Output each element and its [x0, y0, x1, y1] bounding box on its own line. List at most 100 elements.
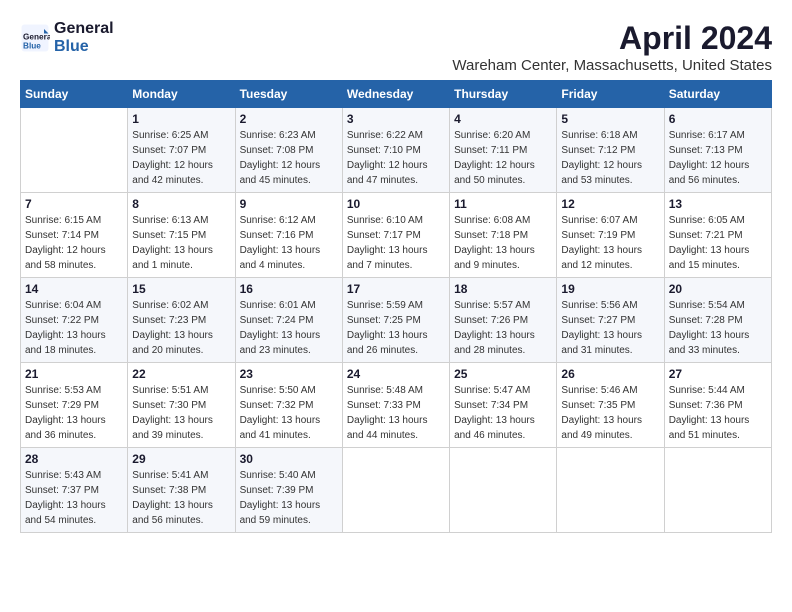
- day-number: 22: [132, 367, 230, 381]
- day-number: 4: [454, 112, 552, 126]
- calendar-cell: 25 Sunrise: 5:47 AM Sunset: 7:34 PM Dayli…: [450, 363, 557, 448]
- day-header-thursday: Thursday: [450, 81, 557, 108]
- calendar-cell: 29 Sunrise: 5:41 AM Sunset: 7:38 PM Dayli…: [128, 448, 235, 533]
- day-header-tuesday: Tuesday: [235, 81, 342, 108]
- calendar-cell: 16Sunrise: 6:01 AM Sunset: 7:24 PM Dayli…: [235, 278, 342, 363]
- day-info: Sunrise: 5:57 AM Sunset: 7:26 PM Dayligh…: [454, 298, 552, 358]
- day-info: Sunrise: 6:22 AM Sunset: 7:10 PM Dayligh…: [347, 128, 445, 188]
- day-number: 21: [25, 367, 123, 381]
- day-header-monday: Monday: [128, 81, 235, 108]
- day-number: 11: [454, 197, 552, 211]
- day-info: Sunrise: 5:51 AM Sunset: 7:30 PM Dayligh…: [132, 383, 230, 443]
- calendar-table: SundayMondayTuesdayWednesdayThursdayFrid…: [20, 80, 772, 533]
- calendar-cell: 4 Sunrise: 6:20 AM Sunset: 7:11 PM Daylig…: [450, 108, 557, 193]
- calendar-cell: [21, 108, 128, 193]
- day-number: 25: [454, 367, 552, 381]
- day-number: 3: [347, 112, 445, 126]
- day-number: 16: [240, 282, 338, 296]
- calendar-cell: 14Sunrise: 6:04 AM Sunset: 7:22 PM Dayli…: [21, 278, 128, 363]
- day-info: Sunrise: 6:02 AM Sunset: 7:23 PM Dayligh…: [132, 298, 230, 358]
- calendar-cell: 23Sunrise: 5:50 AM Sunset: 7:32 PM Dayli…: [235, 363, 342, 448]
- logo: General Blue General Blue: [20, 20, 114, 56]
- day-number: 28: [25, 452, 123, 466]
- day-number: 8: [132, 197, 230, 211]
- day-header-wednesday: Wednesday: [342, 81, 449, 108]
- day-info: Sunrise: 5:50 AM Sunset: 7:32 PM Dayligh…: [240, 383, 338, 443]
- calendar-cell: 12Sunrise: 6:07 AM Sunset: 7:19 PM Dayli…: [557, 193, 664, 278]
- title-block: April 2024 Wareham Center, Massachusetts…: [452, 20, 772, 74]
- week-row-4: 21Sunrise: 5:53 AM Sunset: 7:29 PM Dayli…: [21, 363, 772, 448]
- day-number: 13: [669, 197, 767, 211]
- day-number: 10: [347, 197, 445, 211]
- day-number: 9: [240, 197, 338, 211]
- day-info: Sunrise: 5:40 AM Sunset: 7:39 PM Dayligh…: [240, 468, 338, 528]
- week-row-5: 28 Sunrise: 5:43 AM Sunset: 7:37 PM Dayli…: [21, 448, 772, 533]
- day-number: 15: [132, 282, 230, 296]
- day-number: 7: [25, 197, 123, 211]
- day-info: Sunrise: 5:47 AM Sunset: 7:34 PM Dayligh…: [454, 383, 552, 443]
- day-number: 1: [132, 112, 230, 126]
- day-info: Sunrise: 6:17 AM Sunset: 7:13 PM Dayligh…: [669, 128, 767, 188]
- day-info: Sunrise: 6:12 AM Sunset: 7:16 PM Dayligh…: [240, 213, 338, 273]
- calendar-cell: 28 Sunrise: 5:43 AM Sunset: 7:37 PM Dayli…: [21, 448, 128, 533]
- calendar-cell: 11Sunrise: 6:08 AM Sunset: 7:18 PM Dayli…: [450, 193, 557, 278]
- svg-text:General: General: [23, 33, 50, 42]
- day-number: 17: [347, 282, 445, 296]
- day-number: 24: [347, 367, 445, 381]
- svg-text:Blue: Blue: [23, 42, 41, 51]
- calendar-cell: 21Sunrise: 5:53 AM Sunset: 7:29 PM Dayli…: [21, 363, 128, 448]
- day-info: Sunrise: 5:54 AM Sunset: 7:28 PM Dayligh…: [669, 298, 767, 358]
- calendar-cell: 17 Sunrise: 5:59 AM Sunset: 7:25 PM Dayli…: [342, 278, 449, 363]
- calendar-cell: 20 Sunrise: 5:54 AM Sunset: 7:28 PM Dayli…: [664, 278, 771, 363]
- calendar-cell: 13 Sunrise: 6:05 AM Sunset: 7:21 PM Dayli…: [664, 193, 771, 278]
- day-number: 30: [240, 452, 338, 466]
- day-number: 14: [25, 282, 123, 296]
- calendar-cell: 24 Sunrise: 5:48 AM Sunset: 7:33 PM Dayli…: [342, 363, 449, 448]
- calendar-cell: 15 Sunrise: 6:02 AM Sunset: 7:23 PM Dayli…: [128, 278, 235, 363]
- day-info: Sunrise: 5:44 AM Sunset: 7:36 PM Dayligh…: [669, 383, 767, 443]
- subtitle: Wareham Center, Massachusetts, United St…: [452, 57, 772, 74]
- day-number: 29: [132, 452, 230, 466]
- day-info: Sunrise: 5:46 AM Sunset: 7:35 PM Dayligh…: [561, 383, 659, 443]
- week-row-1: 1 Sunrise: 6:25 AM Sunset: 7:07 PM Daylig…: [21, 108, 772, 193]
- logo-text: General Blue: [54, 20, 114, 56]
- calendar-cell: 8Sunrise: 6:13 AM Sunset: 7:15 PM Daylig…: [128, 193, 235, 278]
- day-number: 2: [240, 112, 338, 126]
- day-info: Sunrise: 5:59 AM Sunset: 7:25 PM Dayligh…: [347, 298, 445, 358]
- calendar-cell: 19 Sunrise: 5:56 AM Sunset: 7:27 PM Dayli…: [557, 278, 664, 363]
- day-info: Sunrise: 5:56 AM Sunset: 7:27 PM Dayligh…: [561, 298, 659, 358]
- calendar-header: SundayMondayTuesdayWednesdayThursdayFrid…: [21, 81, 772, 108]
- logo-icon: General Blue: [20, 23, 50, 53]
- page-header: General Blue General Blue April 2024 War…: [20, 20, 772, 74]
- day-number: 5: [561, 112, 659, 126]
- day-info: Sunrise: 6:05 AM Sunset: 7:21 PM Dayligh…: [669, 213, 767, 273]
- week-row-2: 7 Sunrise: 6:15 AM Sunset: 7:14 PM Daylig…: [21, 193, 772, 278]
- calendar-cell: 30 Sunrise: 5:40 AM Sunset: 7:39 PM Dayli…: [235, 448, 342, 533]
- calendar-body: 1 Sunrise: 6:25 AM Sunset: 7:07 PM Daylig…: [21, 108, 772, 533]
- calendar-cell: [557, 448, 664, 533]
- calendar-cell: 2Sunrise: 6:23 AM Sunset: 7:08 PM Daylig…: [235, 108, 342, 193]
- main-title: April 2024: [452, 20, 772, 57]
- calendar-cell: 22 Sunrise: 5:51 AM Sunset: 7:30 PM Dayli…: [128, 363, 235, 448]
- calendar-cell: 7 Sunrise: 6:15 AM Sunset: 7:14 PM Daylig…: [21, 193, 128, 278]
- calendar-cell: [342, 448, 449, 533]
- day-number: 20: [669, 282, 767, 296]
- day-info: Sunrise: 5:41 AM Sunset: 7:38 PM Dayligh…: [132, 468, 230, 528]
- day-info: Sunrise: 6:15 AM Sunset: 7:14 PM Dayligh…: [25, 213, 123, 273]
- day-info: Sunrise: 6:10 AM Sunset: 7:17 PM Dayligh…: [347, 213, 445, 273]
- days-row: SundayMondayTuesdayWednesdayThursdayFrid…: [21, 81, 772, 108]
- day-number: 19: [561, 282, 659, 296]
- day-info: Sunrise: 6:20 AM Sunset: 7:11 PM Dayligh…: [454, 128, 552, 188]
- calendar-cell: 3 Sunrise: 6:22 AM Sunset: 7:10 PM Daylig…: [342, 108, 449, 193]
- calendar-cell: 26 Sunrise: 5:46 AM Sunset: 7:35 PM Dayli…: [557, 363, 664, 448]
- calendar-cell: [664, 448, 771, 533]
- day-header-friday: Friday: [557, 81, 664, 108]
- calendar-cell: 27Sunrise: 5:44 AM Sunset: 7:36 PM Dayli…: [664, 363, 771, 448]
- day-info: Sunrise: 6:25 AM Sunset: 7:07 PM Dayligh…: [132, 128, 230, 188]
- day-info: Sunrise: 5:43 AM Sunset: 7:37 PM Dayligh…: [25, 468, 123, 528]
- day-number: 18: [454, 282, 552, 296]
- day-number: 26: [561, 367, 659, 381]
- day-info: Sunrise: 6:07 AM Sunset: 7:19 PM Dayligh…: [561, 213, 659, 273]
- day-info: Sunrise: 5:48 AM Sunset: 7:33 PM Dayligh…: [347, 383, 445, 443]
- day-header-sunday: Sunday: [21, 81, 128, 108]
